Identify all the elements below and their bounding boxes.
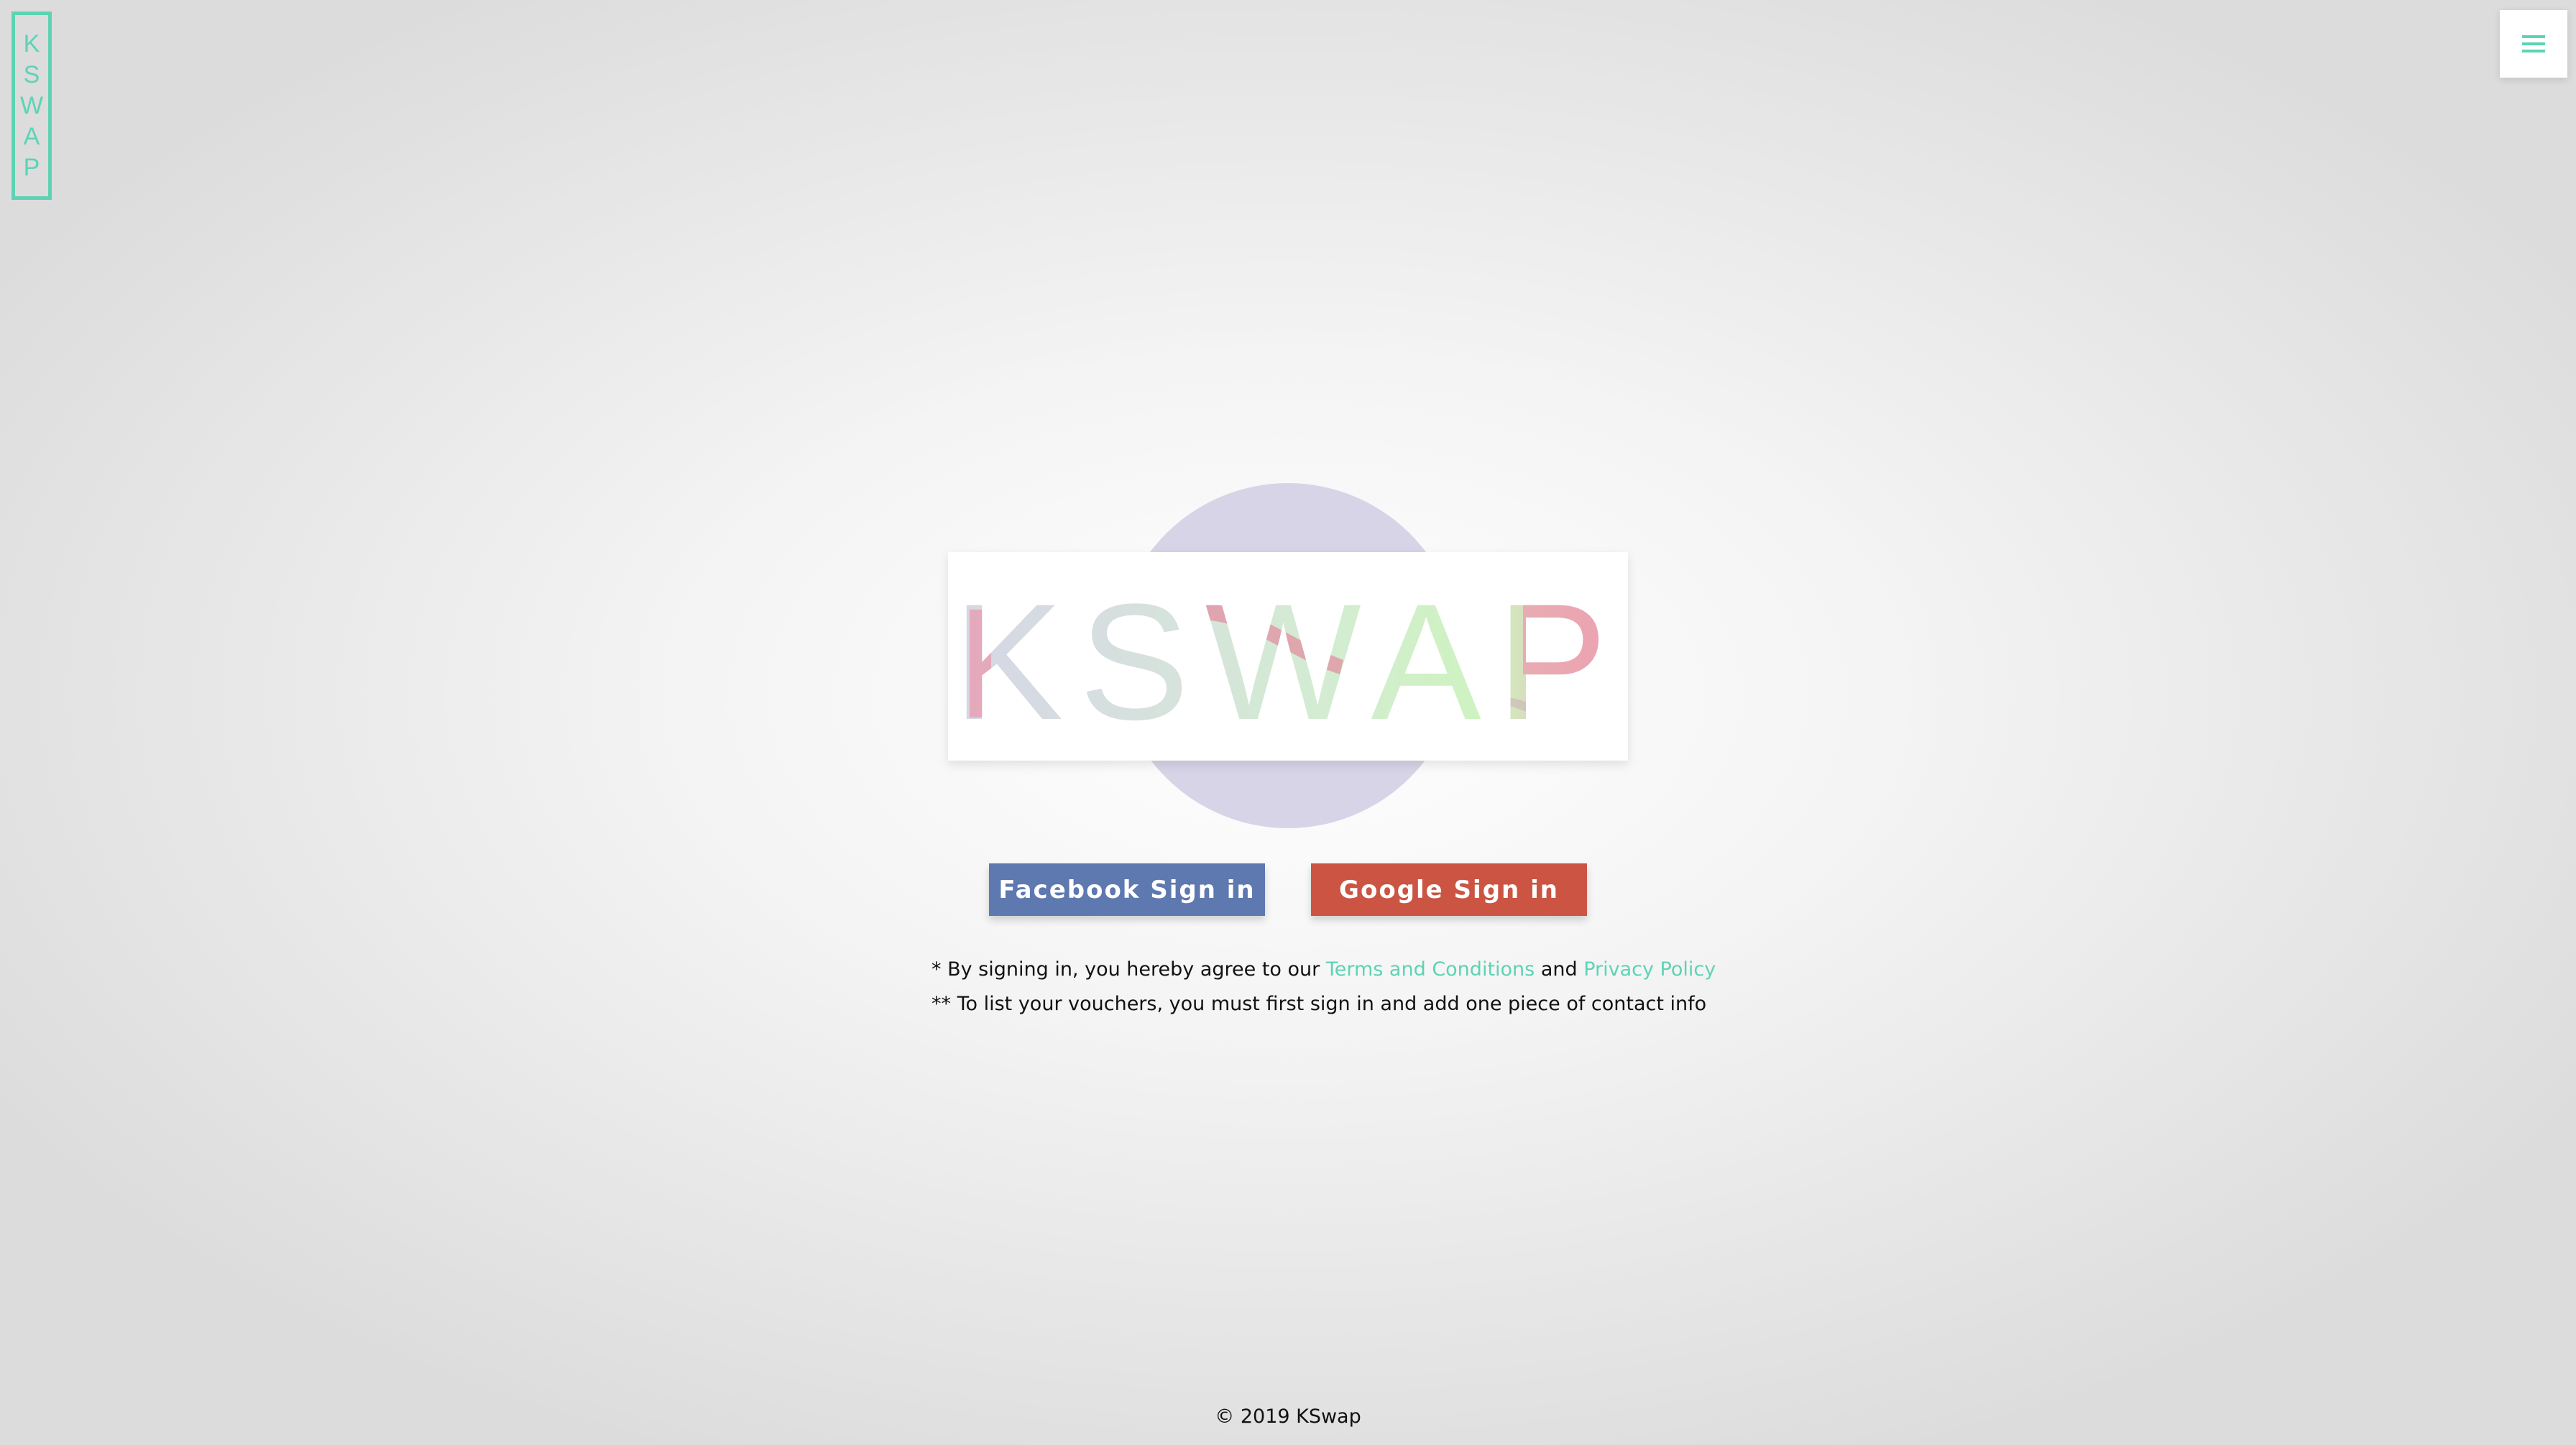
side-logo-letter-k: K	[23, 30, 40, 58]
terms-note: * By signing in, you hereby agree to our…	[932, 953, 1722, 987]
side-logo-letter-a: A	[23, 123, 40, 150]
side-logo-letter-s: S	[23, 61, 40, 88]
sign-in-notes: * By signing in, you hereby agree to our…	[932, 953, 1722, 1022]
vouchers-note: ** To list your vouchers, you must first…	[932, 993, 1707, 1015]
footer-copyright: © 2019 KSwap	[1215, 1405, 1361, 1428]
privacy-link[interactable]: Privacy Policy	[1583, 958, 1716, 981]
side-logo[interactable]: K S W A P	[12, 12, 52, 200]
hero-logo: KSWAP KSWAP	[948, 483, 1628, 830]
side-logo-letter-p: P	[23, 154, 40, 181]
terms-note-and: and	[1535, 958, 1584, 981]
terms-link[interactable]: Terms and Conditions	[1326, 958, 1535, 981]
hamburger-icon	[2522, 35, 2545, 52]
side-logo-letter-w: W	[19, 92, 44, 119]
hero-logo-text: KSWAP	[953, 569, 1623, 754]
menu-button[interactable]	[2500, 10, 2567, 78]
hero-logo-card: KSWAP KSWAP	[948, 552, 1628, 761]
facebook-sign-in-button[interactable]: Facebook Sign in	[989, 863, 1265, 916]
hero-logo-art: KSWAP KSWAP	[953, 569, 1624, 754]
google-sign-in-button[interactable]: Google Sign in	[1311, 863, 1587, 916]
terms-note-prefix: * By signing in, you hereby agree to our	[932, 958, 1326, 981]
